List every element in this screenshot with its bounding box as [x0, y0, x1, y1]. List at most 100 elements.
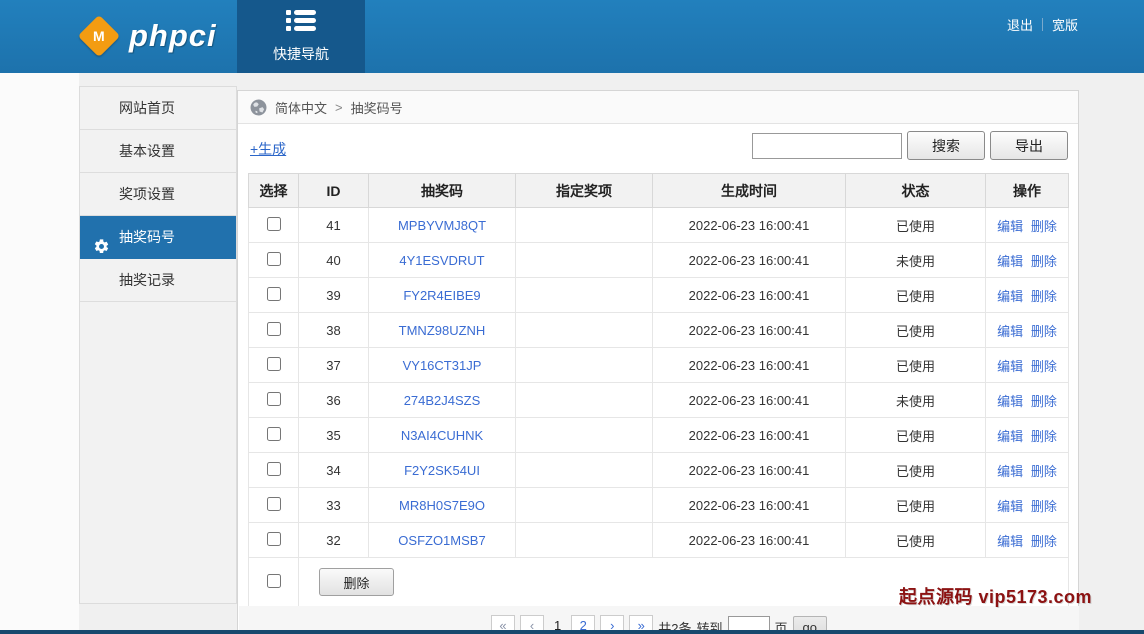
- globe-icon: [250, 99, 267, 116]
- row-id: 37: [299, 348, 369, 383]
- logout-link[interactable]: 退出: [1007, 15, 1033, 34]
- row-checkbox[interactable]: [267, 287, 281, 301]
- top-header: M phpci 快捷导航 退出 宽版: [0, 0, 1144, 73]
- row-checkbox[interactable]: [267, 497, 281, 511]
- code-link[interactable]: F2Y2SK54UI: [404, 463, 480, 478]
- bulk-delete-button[interactable]: 删除: [319, 568, 394, 596]
- edit-link[interactable]: 编辑: [997, 499, 1023, 514]
- row-prize: [516, 453, 653, 488]
- edit-link[interactable]: 编辑: [997, 429, 1023, 444]
- code-link[interactable]: VY16CT31JP: [403, 358, 482, 373]
- delete-link[interactable]: 删除: [1031, 289, 1057, 304]
- delete-link[interactable]: 删除: [1031, 219, 1057, 234]
- delete-link[interactable]: 删除: [1031, 464, 1057, 479]
- export-button[interactable]: 导出: [990, 131, 1068, 160]
- sidebar: 网站首页 基本设置 奖项设置 抽奖码号 抽奖记录: [79, 86, 237, 604]
- codes-table: 选择 ID 抽奖码 指定奖项 生成时间 状态 操作 41 MPBYVMJ8QT …: [248, 173, 1069, 607]
- divider: [1042, 18, 1043, 31]
- row-prize: [516, 523, 653, 558]
- code-link[interactable]: 274B2J4SZS: [404, 393, 481, 408]
- screen: M phpci 快捷导航 退出 宽版: [0, 0, 1144, 634]
- code-link[interactable]: OSFZO1MSB7: [398, 533, 485, 548]
- row-prize: [516, 313, 653, 348]
- edit-link[interactable]: 编辑: [997, 464, 1023, 479]
- sidebar-item-prize-settings[interactable]: 奖项设置: [80, 173, 236, 216]
- search-input[interactable]: [752, 133, 902, 159]
- edit-link[interactable]: 编辑: [997, 324, 1023, 339]
- row-checkbox[interactable]: [267, 392, 281, 406]
- row-prize: [516, 208, 653, 243]
- table-row: 33 MR8H0S7E9O 2022-06-23 16:00:41 已使用 编辑…: [249, 488, 1069, 523]
- row-checkbox[interactable]: [267, 462, 281, 476]
- sidebar-item-basic-settings[interactable]: 基本设置: [80, 130, 236, 173]
- row-checkbox[interactable]: [267, 427, 281, 441]
- row-id: 38: [299, 313, 369, 348]
- edit-link[interactable]: 编辑: [997, 254, 1023, 269]
- code-link[interactable]: N3AI4CUHNK: [401, 428, 483, 443]
- row-time: 2022-06-23 16:00:41: [653, 313, 846, 348]
- edit-link[interactable]: 编辑: [997, 534, 1023, 549]
- row-checkbox[interactable]: [267, 252, 281, 266]
- row-checkbox[interactable]: [267, 357, 281, 371]
- sidebar-item-lottery-records[interactable]: 抽奖记录: [80, 259, 236, 302]
- code-link[interactable]: 4Y1ESVDRUT: [399, 253, 484, 268]
- delete-link[interactable]: 删除: [1031, 324, 1057, 339]
- code-link[interactable]: TMNZ98UZNH: [399, 323, 486, 338]
- wide-mode-link[interactable]: 宽版: [1052, 15, 1078, 34]
- search-button[interactable]: 搜索: [907, 131, 985, 160]
- row-checkbox[interactable]: [267, 322, 281, 336]
- table-row: 39 FY2R4EIBE9 2022-06-23 16:00:41 已使用 编辑…: [249, 278, 1069, 313]
- table-row: 35 N3AI4CUHNK 2022-06-23 16:00:41 已使用 编辑…: [249, 418, 1069, 453]
- top-links: 退出 宽版: [1007, 15, 1078, 34]
- generate-link[interactable]: +生成: [250, 139, 286, 159]
- breadcrumb-language[interactable]: 简体中文: [275, 98, 327, 117]
- edit-link[interactable]: 编辑: [997, 394, 1023, 409]
- row-prize: [516, 418, 653, 453]
- edit-link[interactable]: 编辑: [997, 289, 1023, 304]
- logo-text: phpci: [129, 18, 217, 54]
- edit-link[interactable]: 编辑: [997, 359, 1023, 374]
- delete-link[interactable]: 删除: [1031, 499, 1057, 514]
- row-status: 已使用: [846, 348, 986, 383]
- edit-link[interactable]: 编辑: [997, 219, 1023, 234]
- row-checkbox[interactable]: [267, 217, 281, 231]
- sidebar-item-home[interactable]: 网站首页: [80, 87, 236, 130]
- list-icon: [285, 9, 317, 38]
- row-id: 40: [299, 243, 369, 278]
- code-link[interactable]: MPBYVMJ8QT: [398, 218, 486, 233]
- sidebar-item-lottery-codes[interactable]: 抽奖码号: [80, 216, 236, 259]
- delete-link[interactable]: 删除: [1031, 534, 1057, 549]
- row-id: 33: [299, 488, 369, 523]
- row-time: 2022-06-23 16:00:41: [653, 488, 846, 523]
- delete-link[interactable]: 删除: [1031, 254, 1057, 269]
- row-status: 已使用: [846, 418, 986, 453]
- row-prize: [516, 278, 653, 313]
- row-time: 2022-06-23 16:00:41: [653, 348, 846, 383]
- delete-link[interactable]: 删除: [1031, 429, 1057, 444]
- code-link[interactable]: MR8H0S7E9O: [399, 498, 485, 513]
- row-prize: [516, 348, 653, 383]
- row-prize: [516, 488, 653, 523]
- quick-nav-button[interactable]: 快捷导航: [237, 0, 365, 73]
- row-time: 2022-06-23 16:00:41: [653, 243, 846, 278]
- delete-link[interactable]: 删除: [1031, 359, 1057, 374]
- breadcrumb: 简体中文 > 抽奖码号: [238, 91, 1078, 124]
- row-status: 未使用: [846, 243, 986, 278]
- row-time: 2022-06-23 16:00:41: [653, 418, 846, 453]
- row-time: 2022-06-23 16:00:41: [653, 208, 846, 243]
- footer-bar: [0, 630, 1144, 634]
- row-prize: [516, 243, 653, 278]
- row-id: 34: [299, 453, 369, 488]
- delete-link[interactable]: 删除: [1031, 394, 1057, 409]
- code-link[interactable]: FY2R4EIBE9: [403, 288, 480, 303]
- row-checkbox[interactable]: [267, 532, 281, 546]
- row-status: 已使用: [846, 313, 986, 348]
- table-row: 37 VY16CT31JP 2022-06-23 16:00:41 已使用 编辑…: [249, 348, 1069, 383]
- table-row: 40 4Y1ESVDRUT 2022-06-23 16:00:41 未使用 编辑…: [249, 243, 1069, 278]
- app-logo[interactable]: M phpci: [84, 18, 217, 54]
- row-time: 2022-06-23 16:00:41: [653, 453, 846, 488]
- select-all-checkbox[interactable]: [267, 574, 281, 588]
- sidebar-item-label: 奖项设置: [119, 186, 175, 202]
- sidebar-item-label: 抽奖记录: [119, 272, 175, 288]
- row-id: 36: [299, 383, 369, 418]
